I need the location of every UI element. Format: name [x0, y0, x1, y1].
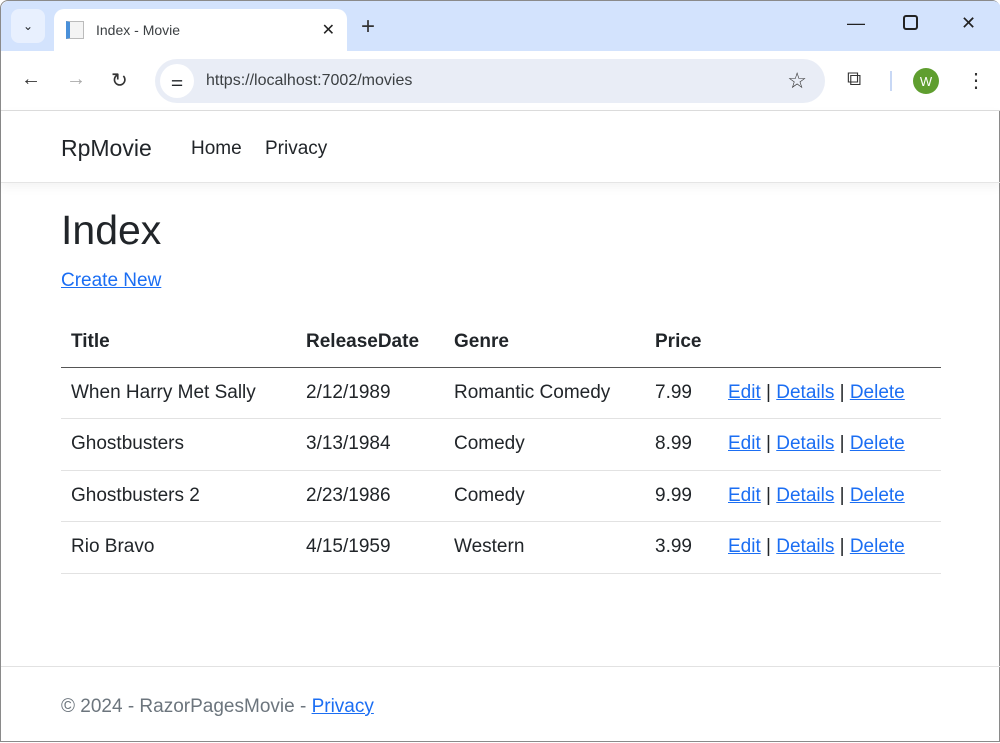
cell-genre: Romantic Comedy — [444, 367, 645, 419]
site-navbar: RpMovie Home Privacy — [1, 111, 1000, 183]
extensions-icon[interactable]: ⧉ — [847, 68, 861, 91]
edit-link[interactable]: Edit — [728, 485, 761, 506]
cell-price: 8.99 — [645, 419, 718, 471]
url-text[interactable]: https://localhost:7002/movies — [206, 72, 787, 90]
separator: | — [840, 433, 845, 454]
cell-actions: Edit | Details | Delete — [718, 522, 941, 574]
minimize-icon[interactable]: — — [847, 13, 865, 34]
separator: | — [766, 485, 771, 506]
details-link[interactable]: Details — [776, 382, 834, 403]
cell-release-date: 2/23/1986 — [296, 470, 444, 522]
delete-link[interactable]: Delete — [850, 536, 905, 557]
table-row: Rio Bravo4/15/1959Western3.99Edit | Deta… — [61, 522, 941, 574]
cell-title: Ghostbusters — [61, 419, 296, 471]
delete-link[interactable]: Delete — [850, 485, 905, 506]
profile-avatar[interactable]: W — [913, 68, 939, 94]
new-tab-icon[interactable]: + — [361, 13, 375, 41]
header-title: Title — [61, 317, 296, 367]
cell-actions: Edit | Details | Delete — [718, 419, 941, 471]
table-row: Ghostbusters 22/23/1986Comedy9.99Edit | … — [61, 470, 941, 522]
table-row: Ghostbusters3/13/1984Comedy8.99Edit | De… — [61, 419, 941, 471]
separator: | — [766, 382, 771, 403]
cell-genre: Comedy — [444, 419, 645, 471]
delete-link[interactable]: Delete — [850, 382, 905, 403]
maximize-icon[interactable] — [903, 15, 918, 30]
cell-genre: Comedy — [444, 470, 645, 522]
cell-price: 3.99 — [645, 522, 718, 574]
toolbar-divider — [890, 71, 892, 91]
chevron-down-icon: ⌄ — [23, 19, 33, 33]
header-price: Price — [645, 317, 718, 367]
page-title: Index — [61, 207, 161, 254]
create-new-link[interactable]: Create New — [61, 270, 161, 292]
details-link[interactable]: Details — [776, 433, 834, 454]
tab-title: Index - Movie — [96, 22, 322, 38]
browser-tab[interactable]: Index - Movie ✕ — [54, 9, 347, 51]
edit-link[interactable]: Edit — [728, 536, 761, 557]
separator: | — [840, 485, 845, 506]
footer-text: © 2024 - RazorPagesMovie - — [61, 696, 312, 717]
movies-table: Title ReleaseDate Genre Price When Harry… — [61, 317, 941, 574]
edit-link[interactable]: Edit — [728, 433, 761, 454]
edit-link[interactable]: Edit — [728, 382, 761, 403]
tab-search-button[interactable]: ⌄ — [11, 9, 45, 43]
cell-release-date: 4/15/1959 — [296, 522, 444, 574]
close-tab-icon[interactable]: ✕ — [322, 20, 335, 40]
tab-strip: ⌄ Index - Movie ✕ + — ✕ — [1, 1, 1000, 51]
cell-genre: Western — [444, 522, 645, 574]
cell-actions: Edit | Details | Delete — [718, 470, 941, 522]
site-settings-icon[interactable]: ⚌ — [160, 64, 194, 98]
nav-privacy[interactable]: Privacy — [265, 138, 327, 160]
separator: | — [766, 536, 771, 557]
nav-home[interactable]: Home — [191, 138, 242, 160]
cell-actions: Edit | Details | Delete — [718, 367, 941, 419]
details-link[interactable]: Details — [776, 485, 834, 506]
footer: © 2024 - RazorPagesMovie - Privacy — [1, 666, 1000, 743]
forward-icon[interactable]: → — [66, 68, 86, 91]
footer-privacy-link[interactable]: Privacy — [312, 696, 374, 717]
browser-toolbar: ← → ↻ ⚌ https://localhost:7002/movies ☆ … — [1, 51, 1000, 111]
table-row: When Harry Met Sally2/12/1989Romantic Co… — [61, 367, 941, 419]
cell-title: Rio Bravo — [61, 522, 296, 574]
menu-kebab-icon[interactable]: ⋮ — [966, 68, 986, 93]
page-favicon-icon — [66, 21, 84, 39]
header-release-date: ReleaseDate — [296, 317, 444, 367]
cell-release-date: 3/13/1984 — [296, 419, 444, 471]
separator: | — [840, 382, 845, 403]
cell-title: Ghostbusters 2 — [61, 470, 296, 522]
header-genre: Genre — [444, 317, 645, 367]
bookmark-star-icon[interactable]: ☆ — [787, 68, 807, 94]
back-icon[interactable]: ← — [21, 68, 41, 91]
cell-price: 9.99 — [645, 470, 718, 522]
address-bar[interactable]: ⚌ https://localhost:7002/movies ☆ — [155, 59, 825, 103]
table-header-row: Title ReleaseDate Genre Price — [61, 317, 941, 367]
brand-link[interactable]: RpMovie — [61, 135, 152, 162]
cell-price: 7.99 — [645, 367, 718, 419]
cell-title: When Harry Met Sally — [61, 367, 296, 419]
separator: | — [766, 433, 771, 454]
header-actions — [718, 317, 941, 367]
separator: | — [840, 536, 845, 557]
delete-link[interactable]: Delete — [850, 433, 905, 454]
close-window-icon[interactable]: ✕ — [961, 13, 976, 34]
reload-icon[interactable]: ↻ — [111, 68, 128, 93]
cell-release-date: 2/12/1989 — [296, 367, 444, 419]
details-link[interactable]: Details — [776, 536, 834, 557]
